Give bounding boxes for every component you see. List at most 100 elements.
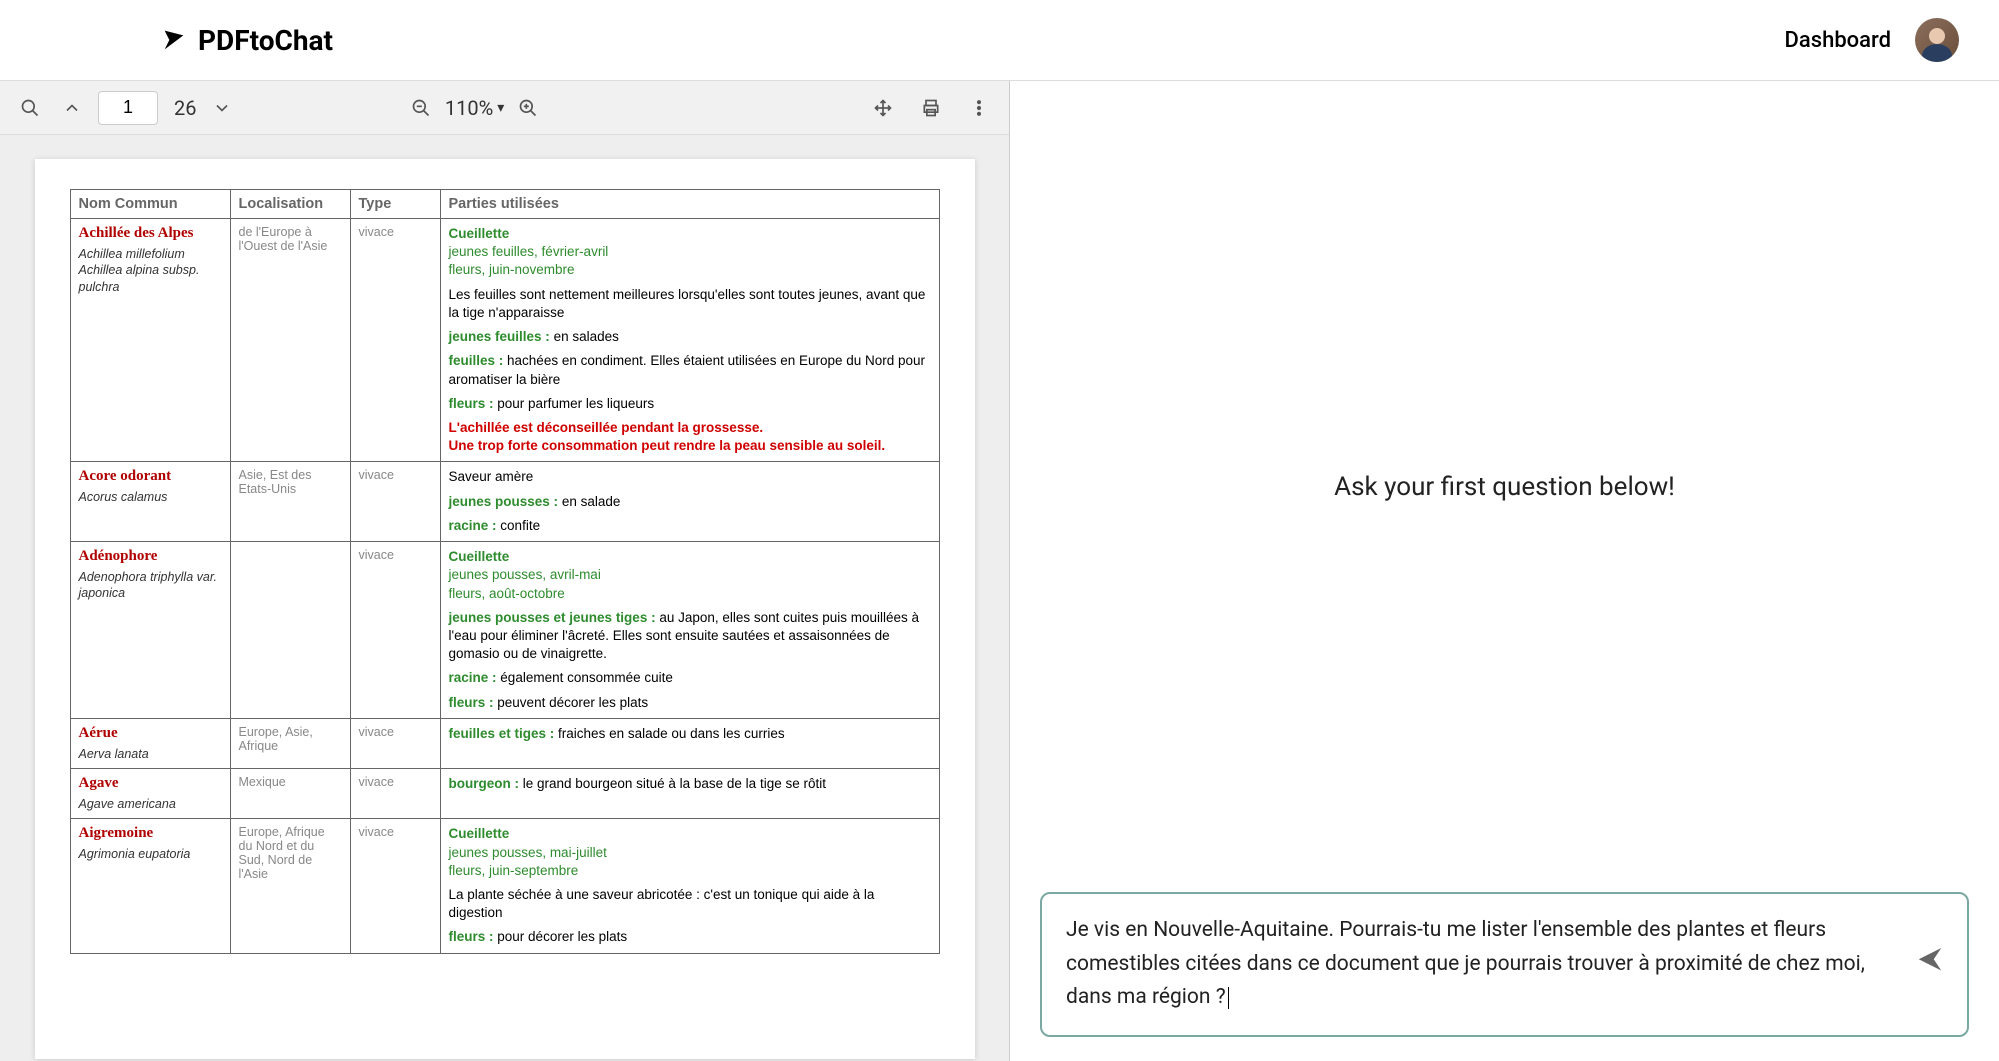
logo-icon: [160, 26, 188, 54]
zoom-level[interactable]: 110% ▾: [445, 96, 504, 120]
part-val: le grand bourgeon situé à la base de la …: [523, 776, 826, 791]
table-row: Aigremoine Agrimonia eupatoria Europe, Afr…: [70, 819, 939, 953]
cell-localisation: Europe, Afrique du Nord et du Sud, Nord …: [230, 819, 350, 953]
cell-parts: Cueillette jeunes feuilles, février-avril…: [440, 219, 939, 462]
parts-block: bourgeon : le grand bourgeon situé à la …: [449, 775, 931, 793]
part-val: confite: [500, 518, 540, 533]
warning-line: Une trop forte consommation peut rendre …: [449, 437, 931, 455]
app-logo[interactable]: PDFtoChat: [160, 24, 333, 57]
table-row: Adénophore Adenophora triphylla var. japo…: [70, 542, 939, 719]
common-name: Achillée des Alpes: [79, 225, 222, 242]
cell-localisation: de l'Europe à l'Ouest de l'Asie: [230, 219, 350, 462]
cell-type: vivace: [350, 462, 440, 542]
avatar[interactable]: [1915, 18, 1959, 62]
part-key: feuilles :: [449, 353, 504, 368]
part-key: fleurs :: [449, 396, 494, 411]
part-key: feuilles et tiges :: [449, 726, 555, 741]
table-row: Achillée des Alpes Achillea millefoliumAc…: [70, 219, 939, 462]
parts-block: feuilles et tiges : fraiches en salade o…: [449, 725, 931, 743]
latin-name: Agrimonia eupatoria: [79, 846, 222, 862]
cell-nom: Achillée des Alpes Achillea millefoliumAc…: [70, 219, 230, 462]
part-val: pour parfumer les liqueurs: [497, 396, 654, 411]
send-icon: [1915, 944, 1945, 974]
cell-localisation: Asie, Est des Etats-Unis: [230, 462, 350, 542]
header-right: Dashboard: [1785, 18, 1959, 62]
next-page-icon[interactable]: [206, 92, 238, 124]
app-header: PDFtoChat Dashboard: [0, 0, 1999, 80]
harvest-line: fleurs, août-octobre: [449, 586, 565, 601]
parts-block: jeunes feuilles : en salades: [449, 328, 931, 346]
chat-panel: Ask your first question below! Je vis en…: [1010, 81, 1999, 1061]
common-name: Agave: [79, 775, 222, 792]
parts-block: La plante séchée à une saveur abricotée …: [449, 886, 931, 922]
more-icon[interactable]: [963, 92, 995, 124]
latin-name: Achillea millefoliumAchillea alpina subs…: [79, 246, 222, 295]
col-nom: Nom Commun: [70, 190, 230, 219]
cell-localisation: [230, 542, 350, 719]
pan-icon[interactable]: [867, 92, 899, 124]
part-val: en salade: [562, 494, 621, 509]
chat-input-text: Je vis en Nouvelle-Aquitaine. Pourrais-t…: [1066, 918, 1865, 1009]
table-row: Acore odorant Acorus calamus Asie, Est des…: [70, 462, 939, 542]
part-val: fraiches en salade ou dans les curries: [558, 726, 785, 741]
zoom-out-icon[interactable]: [405, 92, 437, 124]
cell-nom: Adénophore Adenophora triphylla var. japo…: [70, 542, 230, 719]
part-val: pour décorer les plats: [497, 929, 627, 944]
table-row: Agave Agave americana Mexiquevivace bourgeo…: [70, 769, 939, 819]
parts-block: fleurs : peuvent décorer les plats: [449, 694, 931, 712]
latin-name: Acorus calamus: [79, 489, 222, 505]
common-name: Adénophore: [79, 548, 222, 565]
part-val: peuvent décorer les plats: [497, 695, 648, 710]
plants-table: Nom Commun Localisation Type Parties uti…: [70, 189, 940, 954]
cell-type: vivace: [350, 769, 440, 819]
harvest-line: fleurs, juin-septembre: [449, 863, 579, 878]
cell-localisation: Mexique: [230, 769, 350, 819]
col-loc: Localisation: [230, 190, 350, 219]
part-key: fleurs :: [449, 929, 494, 944]
part-key: jeunes pousses :: [449, 494, 559, 509]
page-number-input[interactable]: [98, 91, 158, 125]
cell-type: vivace: [350, 542, 440, 719]
search-icon[interactable]: [14, 92, 46, 124]
harvest-line: jeunes pousses, mai-juillet: [449, 845, 607, 860]
cell-parts: Cueillettejeunes pousses, avril-maifleur…: [440, 542, 939, 719]
part-val: en salades: [554, 329, 619, 344]
cell-localisation: Europe, Asie, Afrique: [230, 718, 350, 768]
table-row: AérueAerva lanataEurope, Asie, Afriquevi…: [70, 718, 939, 768]
cell-type: vivace: [350, 819, 440, 953]
cell-nom: Agave Agave americana: [70, 769, 230, 819]
col-parts: Parties utilisées: [440, 190, 939, 219]
parts-block: Cueillettejeunes pousses, avril-maifleur…: [449, 548, 931, 603]
parts-block: feuilles : hachées en condiment. Elles é…: [449, 352, 931, 388]
latin-name: Agave americana: [79, 796, 222, 812]
zoom-value: 110%: [445, 96, 493, 120]
app-name: PDFtoChat: [198, 24, 333, 57]
harvest-line: jeunes pousses, avril-mai: [449, 567, 601, 582]
harvest-title: Cueillette: [449, 826, 510, 841]
panel-resize-handle[interactable]: [1004, 81, 1016, 1061]
common-name: Aérue: [79, 725, 222, 742]
zoom-in-icon[interactable]: [512, 92, 544, 124]
prev-page-icon[interactable]: [56, 92, 88, 124]
print-icon[interactable]: [915, 92, 947, 124]
send-button[interactable]: [1915, 944, 1945, 986]
chevron-down-icon: ▾: [497, 100, 504, 116]
parts-block: racine : confite: [449, 517, 931, 535]
warning-line: L'achillée est déconseillée pendant la g…: [449, 419, 931, 437]
dashboard-link[interactable]: Dashboard: [1785, 28, 1891, 53]
pdf-viewport[interactable]: Nom Commun Localisation Type Parties uti…: [0, 135, 1009, 1061]
harvest-title: Cueillette: [449, 226, 510, 241]
chat-input[interactable]: Je vis en Nouvelle-Aquitaine. Pourrais-t…: [1040, 892, 1969, 1037]
part-key: racine :: [449, 670, 497, 685]
cell-parts: Cueillette jeunes pousses, mai-juillet fle…: [440, 819, 939, 953]
common-name: Acore odorant: [79, 468, 222, 485]
harvest-line: fleurs, juin-novembre: [449, 262, 575, 277]
chat-input-wrap: Je vis en Nouvelle-Aquitaine. Pourrais-t…: [1010, 892, 1999, 1061]
harvest-line: jeunes feuilles, février-avril: [449, 244, 609, 259]
parts-block: Les feuilles sont nettement meilleures l…: [449, 286, 931, 322]
part-val: également consommée cuite: [500, 670, 673, 685]
latin-name: Adenophora triphylla var. japonica: [79, 569, 222, 602]
parts-block: fleurs : pour parfumer les liqueurs: [449, 395, 931, 413]
zoom-controls: 110% ▾: [405, 92, 544, 124]
common-name: Aigremoine: [79, 825, 222, 842]
